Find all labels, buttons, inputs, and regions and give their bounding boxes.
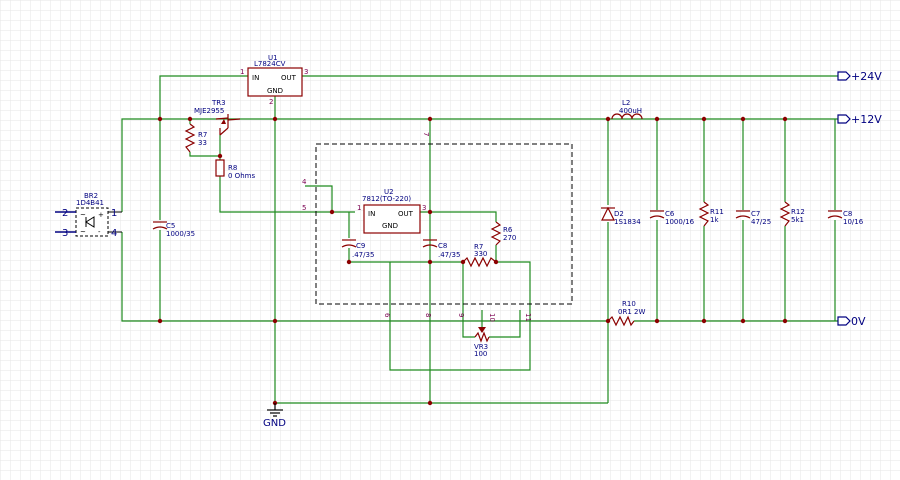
svg-text:OUT: OUT	[398, 210, 414, 218]
svg-text:IN: IN	[368, 210, 375, 218]
svg-text:C8: C8	[843, 210, 852, 218]
svg-text:400uH: 400uH	[619, 107, 642, 115]
svg-text:+: +	[98, 211, 104, 219]
svg-text:GND: GND	[263, 418, 286, 429]
svg-text:L2: L2	[622, 99, 630, 107]
svg-text:GND: GND	[267, 87, 283, 95]
svg-text:330: 330	[474, 250, 487, 258]
svg-text:10/16: 10/16	[843, 218, 864, 226]
svg-text:R10: R10	[622, 300, 636, 308]
svg-text:R12: R12	[791, 208, 805, 216]
svg-text:8: 8	[424, 313, 432, 317]
svg-text:.47/35: .47/35	[438, 251, 460, 259]
svg-text:100: 100	[474, 350, 487, 358]
svg-text:0V: 0V	[851, 315, 866, 328]
svg-text:R11: R11	[710, 208, 724, 216]
svg-text:+12V: +12V	[851, 113, 882, 126]
svg-text:4: 4	[111, 228, 117, 239]
svg-text:1: 1	[240, 68, 244, 76]
svg-text:C9: C9	[356, 242, 365, 250]
svg-text:1: 1	[357, 204, 361, 212]
svg-text:2: 2	[269, 98, 273, 106]
svg-text:1D4B41: 1D4B41	[76, 199, 104, 207]
svg-text:4: 4	[302, 178, 307, 186]
svg-text:5: 5	[302, 204, 306, 212]
grid-background	[0, 0, 900, 480]
svg-text:2: 2	[62, 208, 68, 219]
svg-text:IN: IN	[252, 74, 259, 82]
svg-text:1: 1	[111, 208, 117, 219]
svg-text:L7824CV: L7824CV	[254, 60, 286, 68]
svg-text:11: 11	[524, 313, 532, 322]
svg-text:7812(TO-220): 7812(TO-220)	[362, 195, 411, 203]
svg-text:1000/35: 1000/35	[166, 230, 195, 238]
svg-text:33: 33	[198, 139, 207, 147]
svg-text:TR3: TR3	[211, 99, 226, 107]
svg-text:5k1: 5k1	[791, 216, 804, 224]
svg-text:C6: C6	[665, 210, 675, 218]
svg-text:MJE2955: MJE2955	[194, 107, 224, 115]
svg-text:47/25: 47/25	[751, 218, 771, 226]
svg-text:R6: R6	[503, 226, 513, 234]
svg-text:0 Ohms: 0 Ohms	[228, 172, 255, 180]
svg-text:OUT: OUT	[281, 74, 297, 82]
svg-text:D2: D2	[614, 210, 624, 218]
svg-text:1k: 1k	[710, 216, 719, 224]
svg-text:~: ~	[80, 228, 86, 236]
svg-text:1000/16: 1000/16	[665, 218, 695, 226]
svg-text:+24V: +24V	[851, 70, 882, 83]
svg-text:9: 9	[457, 313, 465, 317]
svg-text:R7: R7	[198, 131, 207, 139]
svg-text:.47/35: .47/35	[352, 251, 374, 259]
schematic-canvas[interactable]: 4 5 6 7 8 9 10 11 U1 L7824CV IN OUT GND …	[0, 0, 900, 480]
svg-text:3: 3	[422, 204, 426, 212]
svg-text:GND: GND	[382, 222, 398, 230]
svg-text:C5: C5	[166, 222, 175, 230]
svg-text:10: 10	[488, 313, 496, 322]
svg-text:R8: R8	[228, 164, 237, 172]
svg-text:3: 3	[304, 68, 308, 76]
svg-text:~: ~	[80, 211, 86, 219]
svg-text:1S1834: 1S1834	[614, 218, 641, 226]
svg-text:C7: C7	[751, 210, 760, 218]
svg-text:0R1 2W: 0R1 2W	[618, 308, 645, 316]
svg-text:7: 7	[422, 132, 430, 136]
svg-text:C8: C8	[438, 242, 447, 250]
svg-text:270: 270	[503, 234, 516, 242]
svg-text:6: 6	[383, 313, 391, 318]
svg-text:3: 3	[62, 228, 68, 239]
